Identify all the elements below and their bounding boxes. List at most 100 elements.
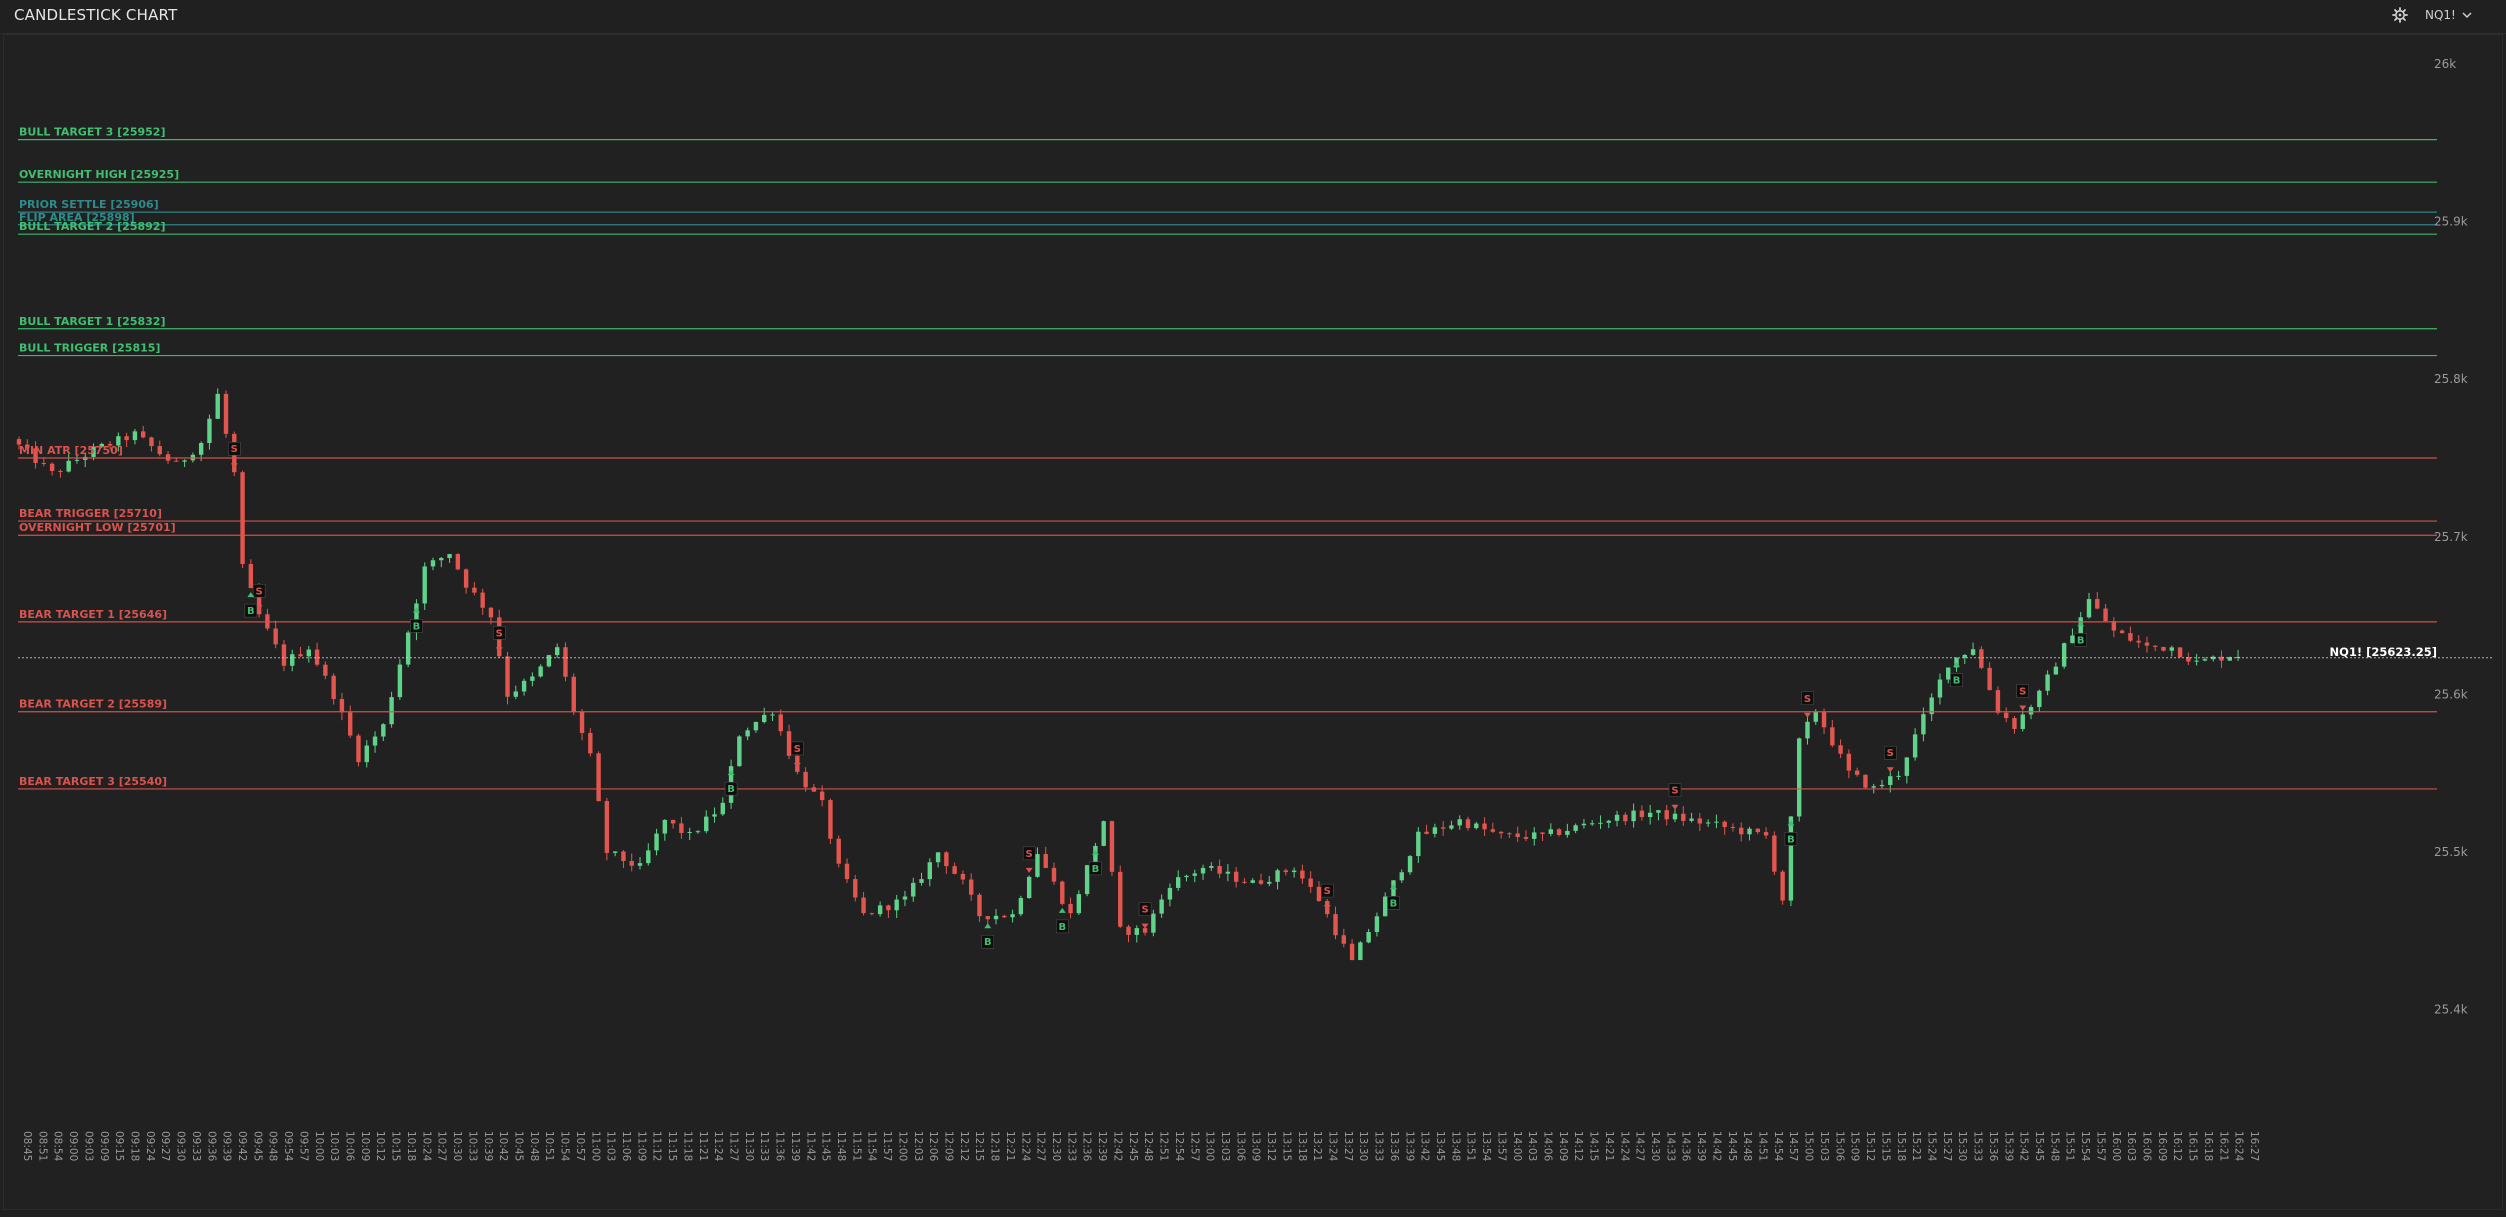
x-tick-label: 15:57 xyxy=(2094,1131,2106,1161)
candle-body xyxy=(348,712,353,736)
x-tick-label: 13:54 xyxy=(1480,1131,1492,1162)
x-tick-label: 14:24 xyxy=(1618,1131,1630,1162)
x-tick-label: 09:15 xyxy=(113,1131,125,1161)
x-tick-label: 09:57 xyxy=(297,1131,309,1161)
x-tick-label: 16:12 xyxy=(2171,1131,2183,1161)
candle xyxy=(1432,823,1438,838)
candle-body xyxy=(969,879,974,895)
candle-body xyxy=(2194,660,2199,662)
candle-body xyxy=(2169,647,2174,651)
candle-body xyxy=(786,731,792,756)
candle-body xyxy=(1763,832,1769,836)
candle xyxy=(993,909,999,925)
x-tick-label: 10:24 xyxy=(420,1131,432,1162)
candle xyxy=(1308,871,1313,893)
x-tick-label: 11:39 xyxy=(789,1131,801,1161)
x-tick-label: 12:36 xyxy=(1081,1131,1093,1162)
x-tick-label: 13:39 xyxy=(1403,1131,1415,1161)
x-tick-label: 16:15 xyxy=(2187,1131,2199,1161)
candle-body xyxy=(1399,872,1404,881)
x-tick-label: 12:00 xyxy=(896,1131,908,1161)
candle-body xyxy=(1101,821,1106,846)
candle-body xyxy=(1639,810,1645,818)
candle-body xyxy=(2004,712,2009,719)
candle-body xyxy=(720,802,725,815)
arrow-down-icon xyxy=(1025,867,1033,873)
candle xyxy=(770,712,775,722)
candle xyxy=(381,723,386,742)
candle-body xyxy=(1863,774,1868,788)
sell-signal: S xyxy=(492,626,506,653)
candle-body xyxy=(1921,714,1926,735)
candle xyxy=(1970,642,1976,656)
candle-body xyxy=(869,913,875,915)
candle xyxy=(1548,823,1553,837)
candle-body xyxy=(1250,880,1255,883)
x-tick-label: 10:51 xyxy=(543,1131,555,1161)
candle xyxy=(1739,822,1744,842)
candle xyxy=(49,462,55,476)
arrow-up-icon xyxy=(1953,661,1961,667)
candle-body xyxy=(1995,690,2001,713)
x-tick-label: 13:21 xyxy=(1311,1131,1323,1161)
candle xyxy=(1002,914,1007,918)
chart-area[interactable]: BULL TARGET 3 [25952] OVERNIGHT HIGH [259… xyxy=(3,34,2503,1210)
candle xyxy=(720,797,725,816)
candle-body xyxy=(2136,640,2141,643)
page-title: CANDLESTICK CHART xyxy=(14,6,178,24)
candle-body xyxy=(1730,827,1736,829)
candle xyxy=(1126,924,1131,943)
y-axis: 26k 25.9k 25.8k 25.7k 25.6k 25.5k 25.4k xyxy=(2434,57,2468,1017)
candle xyxy=(1051,862,1057,885)
x-tick-label: 11:42 xyxy=(804,1131,816,1161)
candle xyxy=(919,872,924,886)
candle xyxy=(762,707,767,724)
candle-body xyxy=(1830,727,1835,746)
candle xyxy=(182,459,187,467)
candle xyxy=(662,819,668,841)
candlestick-chart[interactable]: BULL TARGET 3 [25952] OVERNIGHT HIGH [259… xyxy=(4,35,2502,1209)
candle xyxy=(927,858,932,887)
sell-signal: S xyxy=(1884,745,1897,773)
candle xyxy=(463,568,469,594)
signal-label: S xyxy=(1141,905,1148,916)
candle xyxy=(1532,827,1537,846)
x-tick-label: 15:27 xyxy=(1941,1131,1953,1161)
candle xyxy=(1656,810,1661,821)
candle-body xyxy=(762,714,767,723)
candle-body xyxy=(1490,829,1496,832)
candle xyxy=(538,664,543,678)
candle-body xyxy=(1192,873,1197,876)
x-tick-label: 16:27 xyxy=(2248,1131,2260,1161)
candle xyxy=(2119,629,2125,634)
candle xyxy=(1167,883,1173,907)
candle xyxy=(604,797,610,861)
candle xyxy=(629,853,634,872)
signal-label: S xyxy=(1671,786,1678,797)
settings-button[interactable] xyxy=(2389,4,2411,26)
candle-body xyxy=(1465,819,1471,829)
candle xyxy=(1672,808,1678,823)
candle xyxy=(1416,827,1421,864)
x-tick-label: 10:57 xyxy=(574,1131,586,1161)
candle xyxy=(290,649,295,672)
candle-body xyxy=(2119,630,2125,634)
candle-body xyxy=(389,697,394,725)
candle xyxy=(2186,652,2191,665)
candle-body xyxy=(778,714,783,732)
x-tick-label: 13:15 xyxy=(1280,1131,1292,1161)
level-label: BULL TRIGGER [25815] xyxy=(19,342,160,355)
candle-body xyxy=(1821,711,1827,728)
candle-body xyxy=(877,905,883,915)
chevron-down-icon xyxy=(2462,12,2472,19)
candle xyxy=(1623,812,1628,826)
candle xyxy=(1863,774,1868,789)
arrow-up-icon xyxy=(1787,820,1795,826)
candle-body xyxy=(405,632,411,665)
candle xyxy=(2061,642,2067,669)
candle-body xyxy=(695,831,701,833)
symbol-select[interactable]: NQ1! xyxy=(2425,5,2472,25)
candle-body xyxy=(2103,608,2108,622)
candle xyxy=(2128,626,2133,643)
candle-body xyxy=(662,819,668,834)
